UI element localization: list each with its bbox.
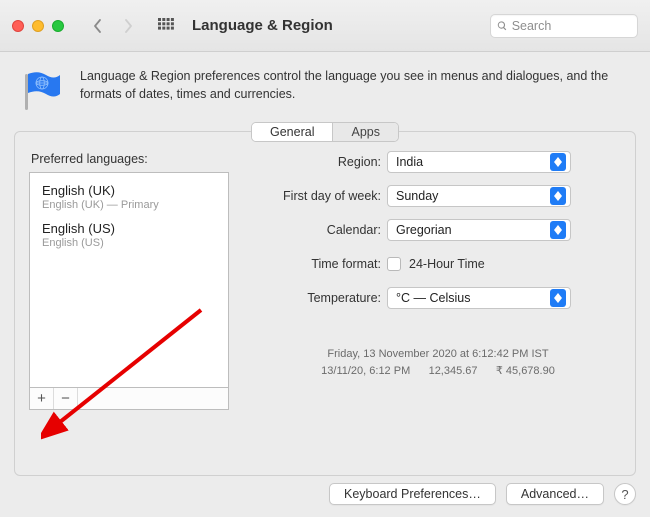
- search-icon: [497, 20, 508, 32]
- search-field[interactable]: [490, 14, 638, 38]
- firstday-select[interactable]: Sunday: [387, 185, 571, 207]
- tabs: General Apps: [0, 122, 650, 142]
- calendar-label: Calendar:: [255, 223, 387, 237]
- add-language-button[interactable]: +: [30, 388, 54, 409]
- calendar-select[interactable]: Gregorian: [387, 219, 571, 241]
- window-title: Language & Region: [192, 17, 333, 34]
- traffic-lights: [12, 20, 64, 32]
- firstday-value: Sunday: [396, 189, 438, 203]
- back-button[interactable]: [86, 12, 110, 40]
- temperature-select[interactable]: °C — Celsius: [387, 287, 571, 309]
- list-item[interactable]: English (UK) English (UK) — Primary: [32, 179, 226, 217]
- format-preview: Friday, 13 November 2020 at 6:12:42 PM I…: [255, 346, 621, 379]
- preferred-languages-list[interactable]: English (UK) English (UK) — Primary Engl…: [29, 172, 229, 410]
- description-row: Language & Region preferences control th…: [0, 52, 650, 124]
- temperature-value: °C — Celsius: [396, 291, 470, 305]
- list-footer: + −: [30, 387, 228, 409]
- language-name: English (UK): [42, 183, 216, 198]
- list-item[interactable]: English (US) English (US): [32, 217, 226, 255]
- firstday-label: First day of week:: [255, 189, 387, 203]
- remove-language-button[interactable]: −: [54, 388, 78, 409]
- tab-general[interactable]: General: [252, 123, 332, 141]
- forward-button[interactable]: [116, 12, 140, 40]
- region-value: India: [396, 155, 423, 169]
- search-input[interactable]: [512, 19, 631, 33]
- tab-apps[interactable]: Apps: [332, 123, 398, 141]
- preferred-languages-label: Preferred languages:: [31, 152, 229, 166]
- preview-line2: 13/11/20, 6:12 PM 12,345.67 ₹ 45,678.90: [255, 363, 621, 380]
- select-arrows-icon: [550, 153, 566, 171]
- minimize-window-button[interactable]: [32, 20, 44, 32]
- description-text: Language & Region preferences control th…: [80, 68, 630, 112]
- close-window-button[interactable]: [12, 20, 24, 32]
- time-format-label: Time format:: [255, 257, 387, 271]
- select-arrows-icon: [550, 221, 566, 239]
- select-arrows-icon: [550, 187, 566, 205]
- region-label: Region:: [255, 155, 387, 169]
- language-name: English (US): [42, 221, 216, 236]
- main-panel: Preferred languages: English (UK) Englis…: [14, 131, 636, 476]
- select-arrows-icon: [550, 289, 566, 307]
- temperature-label: Temperature:: [255, 291, 387, 305]
- toolbar: Language & Region: [0, 0, 650, 52]
- language-subtitle: English (UK) — Primary: [42, 199, 216, 211]
- preview-line1: Friday, 13 November 2020 at 6:12:42 PM I…: [255, 346, 621, 363]
- prefpane-icon: [20, 68, 64, 112]
- calendar-value: Gregorian: [396, 223, 452, 237]
- bottom-bar: Keyboard Preferences… Advanced… ?: [329, 483, 636, 505]
- 24hour-checkbox-label: 24-Hour Time: [409, 257, 485, 271]
- language-subtitle: English (US): [42, 237, 216, 249]
- advanced-button[interactable]: Advanced…: [506, 483, 604, 505]
- zoom-window-button[interactable]: [52, 20, 64, 32]
- help-button[interactable]: ?: [614, 483, 636, 505]
- keyboard-preferences-button[interactable]: Keyboard Preferences…: [329, 483, 496, 505]
- region-select[interactable]: India: [387, 151, 571, 173]
- 24hour-checkbox[interactable]: [387, 257, 401, 271]
- show-all-icon[interactable]: [154, 12, 178, 40]
